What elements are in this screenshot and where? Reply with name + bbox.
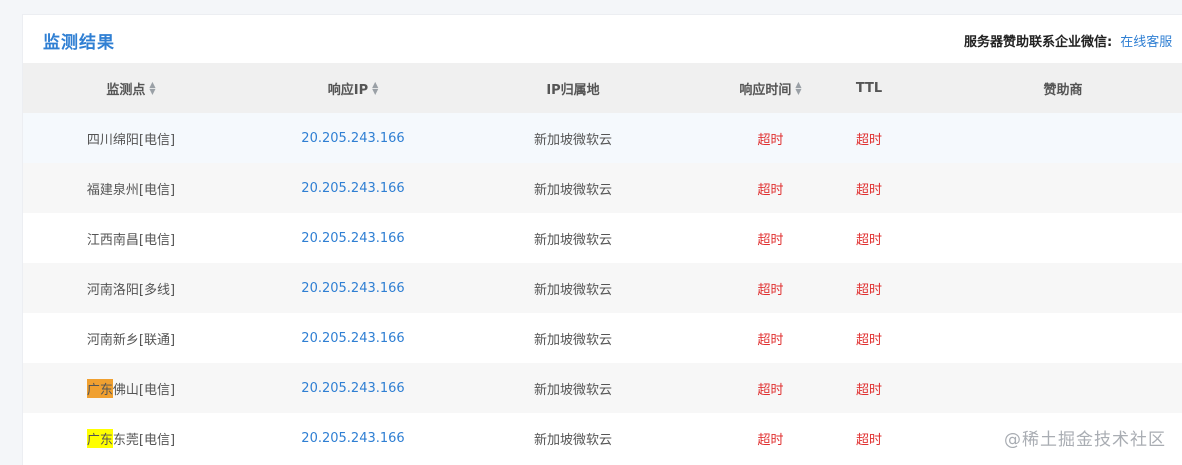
table-header: 监测点 ▲ ▼ 响应IP ▲ ▼ IP归属地 响应时间 ▲ ▼ TTL 赞助商 (23, 63, 1182, 113)
response-time: 超时 (757, 382, 784, 398)
column-header-monitor-point[interactable]: 监测点 ▲ ▼ (51, 63, 211, 113)
response-ip-link[interactable]: 20.205.243.166 (273, 213, 433, 263)
response-ip-link[interactable]: 20.205.243.166 (273, 363, 433, 413)
table-body: 四川绵阳[电信] 20.205.243.166 新加坡微软云 超时 超时 福建泉… (23, 113, 1182, 463)
panel-title: 监测结果 (43, 33, 115, 53)
response-ip-link[interactable]: 20.205.243.166 (273, 163, 433, 213)
ttl-value: 超时 (855, 232, 882, 248)
monitor-point: 福建泉州[电信] (86, 182, 176, 198)
table-row: 河南新乡[联通] 20.205.243.166 新加坡微软云 超时 超时 (23, 313, 1182, 363)
sort-icon[interactable]: ▲ ▼ (795, 81, 801, 96)
sort-icon[interactable]: ▲ ▼ (372, 81, 378, 96)
response-time: 超时 (757, 182, 784, 198)
ip-location: 新加坡微软云 (533, 382, 612, 398)
column-header-ip-location: IP归属地 (546, 82, 600, 98)
sponsor-contact: 服务器赞助联系企业微信: 在线客服 (964, 31, 1172, 50)
ttl-value: 超时 (855, 332, 882, 348)
monitor-point: 江西南昌[电信] (86, 232, 176, 248)
ttl-value: 超时 (855, 432, 882, 448)
watermark: @稀土掘金技术社区 (1004, 430, 1166, 450)
ttl-value: 超时 (855, 132, 882, 148)
table-row: 河南洛阳[多线] 20.205.243.166 新加坡微软云 超时 超时 (23, 263, 1182, 313)
column-header-ttl: TTL (855, 80, 883, 96)
ip-location: 新加坡微软云 (533, 432, 612, 448)
table-row: 四川绵阳[电信] 20.205.243.166 新加坡微软云 超时 超时 (23, 113, 1182, 163)
response-time: 超时 (757, 132, 784, 148)
ip-location: 新加坡微软云 (533, 282, 612, 298)
ttl-value: 超时 (855, 182, 882, 198)
monitor-point: 广东 东莞[电信] (51, 413, 211, 463)
table-row: 广东 佛山[电信] 20.205.243.166 新加坡微软云 超时 超时 (23, 363, 1182, 413)
response-time: 超时 (757, 282, 784, 298)
online-service-link[interactable]: 在线客服 (1120, 35, 1172, 50)
column-header-sponsor: 赞助商 (1043, 82, 1083, 98)
sort-icon[interactable]: ▲ ▼ (149, 81, 155, 96)
ip-location: 新加坡微软云 (533, 232, 612, 248)
ip-location: 新加坡微软云 (533, 132, 612, 148)
monitor-point: 河南新乡[联通] (86, 332, 176, 348)
response-time: 超时 (757, 332, 784, 348)
ttl-value: 超时 (855, 382, 882, 398)
table-row: 福建泉州[电信] 20.205.243.166 新加坡微软云 超时 超时 (23, 163, 1182, 213)
response-time: 超时 (757, 232, 784, 248)
table-row: 江西南昌[电信] 20.205.243.166 新加坡微软云 超时 超时 (23, 213, 1182, 263)
ip-location: 新加坡微软云 (533, 332, 612, 348)
highlighted-text: 广东 (86, 428, 113, 448)
monitor-point: 四川绵阳[电信] (86, 132, 176, 148)
response-ip-link[interactable]: 20.205.243.166 (273, 263, 433, 313)
response-ip-link[interactable]: 20.205.243.166 (273, 113, 433, 163)
panel-header: 监测结果 服务器赞助联系企业微信: 在线客服 (23, 15, 1182, 63)
column-header-response-ip[interactable]: 响应IP ▲ ▼ (273, 63, 433, 113)
highlighted-text: 广东 (86, 378, 113, 398)
response-time: 超时 (757, 432, 784, 448)
monitor-point: 广东 佛山[电信] (51, 363, 211, 413)
sponsor-contact-label: 服务器赞助联系企业微信: (964, 35, 1113, 50)
results-panel: 监测结果 服务器赞助联系企业微信: 在线客服 监测点 ▲ ▼ 响应IP ▲ ▼ IP归… (22, 14, 1182, 465)
response-ip-link[interactable]: 20.205.243.166 (273, 413, 433, 463)
response-ip-link[interactable]: 20.205.243.166 (273, 313, 433, 363)
column-header-response-time[interactable]: 响应时间 ▲ ▼ (713, 63, 828, 113)
ttl-value: 超时 (855, 282, 882, 298)
monitor-point: 河南洛阳[多线] (86, 282, 176, 298)
ip-location: 新加坡微软云 (533, 182, 612, 198)
